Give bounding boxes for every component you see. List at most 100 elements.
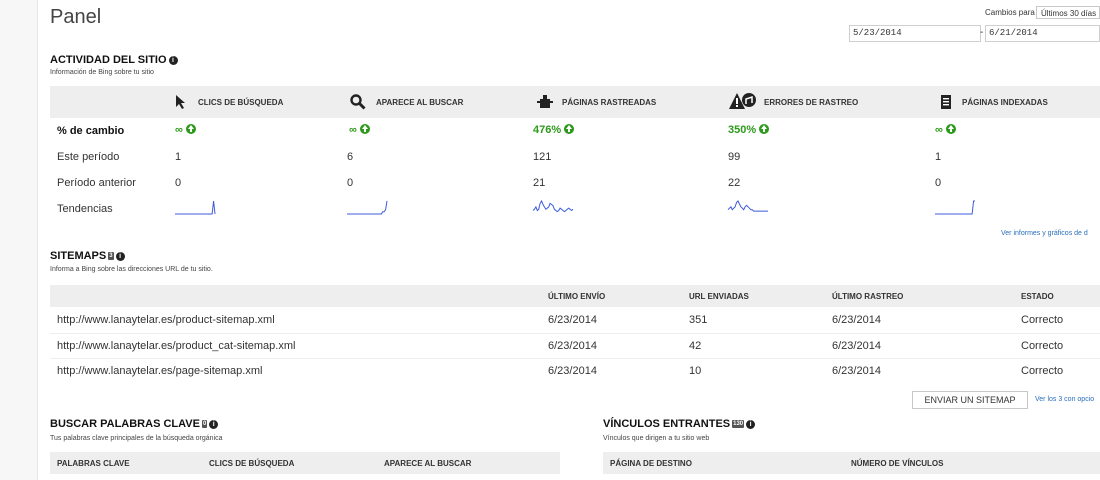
col-header-errors: ERRORES DE RASTREO <box>764 98 859 107</box>
col-header-keywords: PALABRAS CLAVE <box>57 459 130 468</box>
magnifier-icon <box>350 94 366 115</box>
change-value: 476% <box>533 124 575 136</box>
sitemap-sent-date: 6/23/2014 <box>548 365 597 377</box>
arrow-up-icon <box>359 124 370 134</box>
sitemap-crawl-date: 6/23/2014 <box>832 365 881 377</box>
view-reports-link[interactable]: Ver informes y gráficos de d <box>1001 230 1088 237</box>
change-value: 350% <box>728 124 770 136</box>
previous-value: 0 <box>935 177 942 189</box>
trend-sparkline <box>175 200 216 215</box>
sitemap-url-count: 10 <box>689 365 702 377</box>
keywords-count-badge: 0 <box>201 420 208 428</box>
arrow-up-icon <box>759 124 770 134</box>
sitemap-sent-date: 6/23/2014 <box>548 314 597 326</box>
submit-sitemap-button[interactable]: ENVIAR UN SITEMAP <box>912 391 1028 409</box>
view-all-sitemaps-link[interactable]: Ver los 3 con opcio <box>1035 396 1094 403</box>
change-value-text: ∞ <box>935 124 943 136</box>
col-header-link-count: NÚMERO DE VÍNCULOS <box>851 459 944 468</box>
trend-sparkline <box>532 199 574 213</box>
date-range-label: Cambios para <box>985 8 1035 17</box>
trend-line <box>532 199 574 213</box>
sitemap-status: Correcto <box>1021 365 1064 377</box>
col-header-keyword-impressions: APARECE AL BUSCAR <box>384 459 472 468</box>
col-header-crawled: PÁGINAS RASTREADAS <box>562 98 657 107</box>
col-header-last-sent: ÚLTIMO ENVÍO <box>548 292 606 301</box>
end-date-input[interactable]: 6/21/2014 <box>985 25 1100 42</box>
sitemaps-count-badge: 3 <box>108 252 114 260</box>
col-header-last-crawl: ÚLTIMO RASTREO <box>832 292 904 301</box>
current-value: 1 <box>175 151 182 163</box>
change-value-text: ∞ <box>175 124 183 136</box>
col-header-clicks: CLICS DE BÚSQUEDA <box>198 98 284 107</box>
sitemap-crawl-date: 6/23/2014 <box>832 314 881 326</box>
previous-value: 0 <box>175 177 182 189</box>
col-header-indexed: PÁGINAS INDEXADAS <box>962 98 1048 107</box>
change-value: ∞ <box>175 124 196 136</box>
current-value: 1 <box>935 151 942 163</box>
previous-value: 21 <box>533 177 546 189</box>
sitemap-status: Correcto <box>1021 314 1064 326</box>
sitemap-sent-date: 6/23/2014 <box>548 340 597 352</box>
previous-value: 0 <box>347 177 354 189</box>
change-value-text: 350% <box>728 124 757 136</box>
change-value-text: 476% <box>533 124 562 136</box>
page-title: Panel <box>50 6 102 28</box>
info-icon[interactable]: i <box>168 56 178 65</box>
left-sidebar <box>0 0 38 480</box>
row-label-previous: Período anterior <box>57 177 136 189</box>
sitemaps-subtitle: Informa a Bing sobre las direcciones URL… <box>50 266 213 273</box>
info-icon[interactable]: i <box>746 420 756 429</box>
arrow-up-icon <box>185 124 196 134</box>
inbound-title: VÍNCULOS ENTRANTES 130 i <box>603 418 756 430</box>
date-range-select[interactable]: Últimos 30 días <box>1036 6 1100 19</box>
trend-line <box>175 200 216 215</box>
current-value: 121 <box>533 151 552 163</box>
trend-line <box>727 200 768 212</box>
start-date-input[interactable]: 5/23/2014 <box>849 25 981 42</box>
activity-title-text: ACTIVIDAD DEL SITIO <box>50 54 167 66</box>
arrow-up-icon <box>945 124 956 134</box>
sitemaps-title-text: SITEMAPS <box>50 250 107 262</box>
sitemaps-title: SITEMAPS 3 i <box>50 250 125 262</box>
info-icon[interactable]: i <box>209 420 219 429</box>
current-value: 99 <box>728 151 741 163</box>
change-value: ∞ <box>935 124 956 136</box>
trend-sparkline <box>347 200 388 215</box>
row-label-current: Este período <box>57 151 120 163</box>
activity-subtitle: Información de Bing sobre tu sitio <box>50 69 154 76</box>
row-label-trends: Tendencias <box>57 203 113 215</box>
trend-line <box>935 200 975 215</box>
row-divider <box>50 333 1100 334</box>
trend-sparkline <box>935 200 975 215</box>
crawler-icon <box>537 94 553 115</box>
sitemap-crawl-date: 6/23/2014 <box>832 340 881 352</box>
inbound-subtitle: Vínculos que dirigen a tu sitio web <box>603 435 710 442</box>
change-value-text: ∞ <box>349 124 357 136</box>
row-label-change: % de cambio <box>57 125 125 137</box>
cursor-icon <box>175 94 189 115</box>
warning-icon <box>728 91 758 116</box>
arrow-up-icon <box>564 124 575 134</box>
sitemap-status: Correcto <box>1021 340 1064 352</box>
keywords-title-text: BUSCAR PALABRAS CLAVE <box>50 418 200 430</box>
col-header-status: ESTADO <box>1021 292 1054 301</box>
keywords-subtitle: Tus palabras clave principales de la bús… <box>50 435 223 442</box>
trend-sparkline <box>727 200 768 212</box>
col-header-impressions: APARECE AL BUSCAR <box>376 98 464 107</box>
sitemap-url-link[interactable]: http://www.lanaytelar.es/page-sitemap.xm… <box>57 365 262 377</box>
sitemap-url-count: 351 <box>689 314 708 326</box>
date-separator: - <box>980 27 984 38</box>
sitemap-url-link[interactable]: http://www.lanaytelar.es/product_cat-sit… <box>57 340 295 352</box>
change-value: ∞ <box>349 124 370 136</box>
document-icon <box>940 94 952 115</box>
keywords-title: BUSCAR PALABRAS CLAVE 0 i <box>50 418 219 430</box>
col-header-urls-sent: URL ENVIADAS <box>689 292 749 301</box>
trend-line <box>347 200 388 215</box>
info-icon[interactable]: i <box>115 252 125 261</box>
sitemap-url-count: 42 <box>689 340 702 352</box>
row-divider <box>50 358 1100 359</box>
col-header-target-page: PÁGINA DE DESTINO <box>610 459 692 468</box>
sitemap-url-link[interactable]: http://www.lanaytelar.es/product-sitemap… <box>57 314 275 326</box>
current-value: 6 <box>347 151 354 163</box>
activity-title: ACTIVIDAD DEL SITIO i <box>50 54 178 66</box>
